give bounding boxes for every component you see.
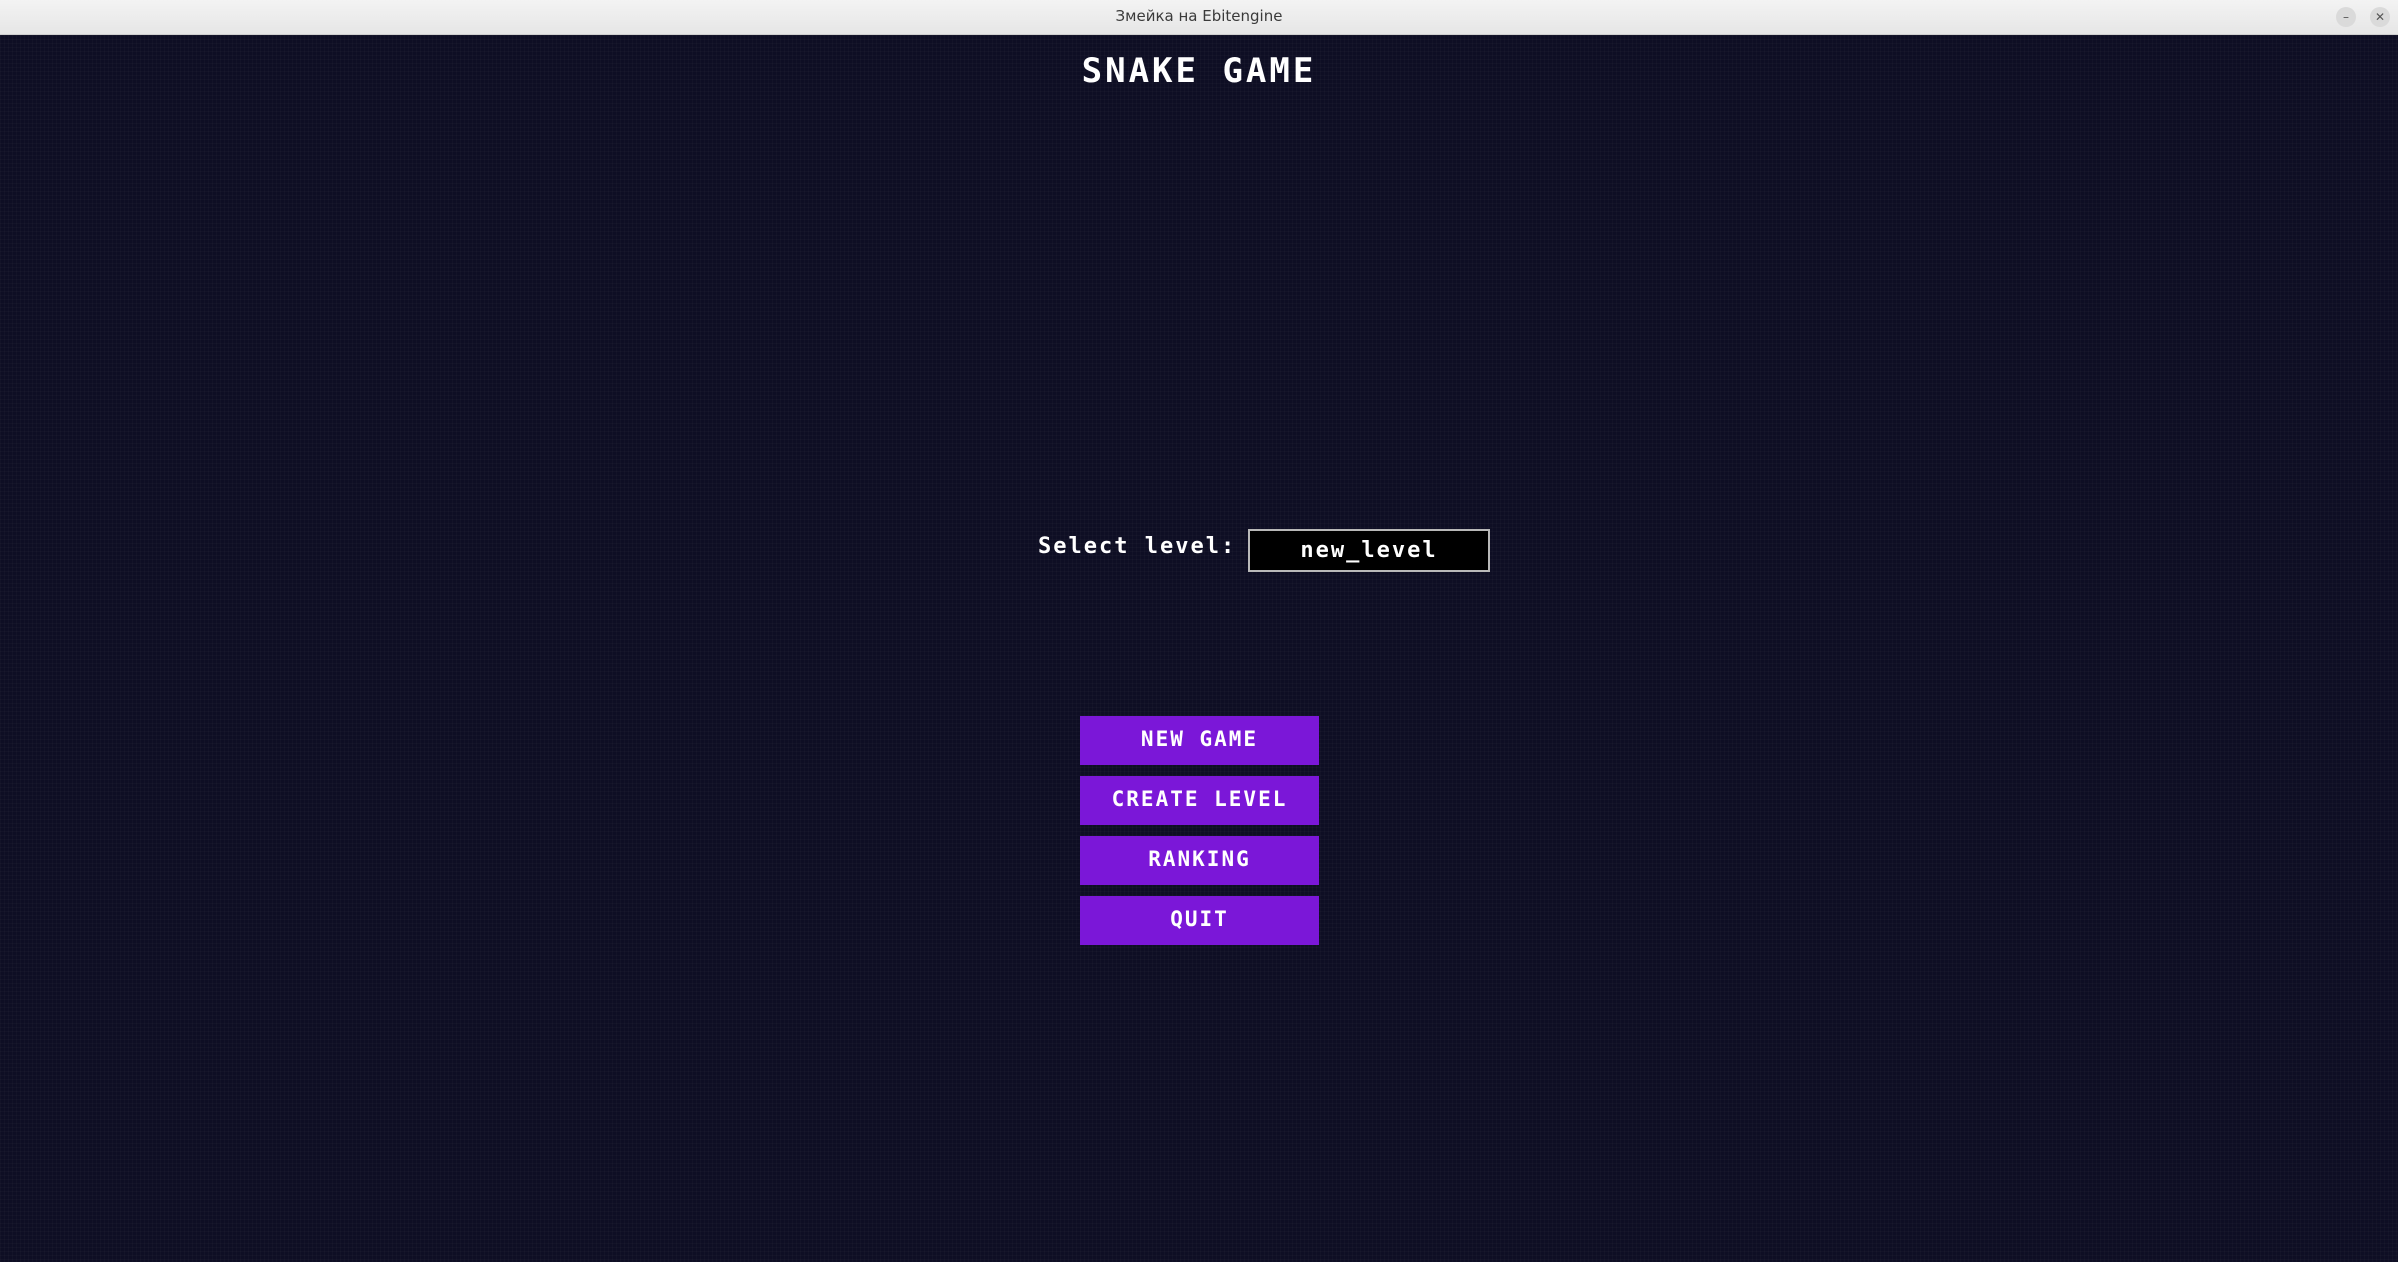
window-title: Змейка на Ebitengine: [1115, 7, 1283, 25]
minimize-button[interactable]: –: [2336, 7, 2356, 27]
select-level-label: Select level:: [1038, 534, 1237, 559]
game-title: SNAKE GAME: [1081, 51, 1317, 91]
level-input[interactable]: new_level: [1248, 529, 1490, 572]
window-titlebar[interactable]: Змейка на Ebitengine – ✕: [0, 0, 2398, 35]
game-canvas: SNAKE GAME Select level: new_level NEW G…: [0, 35, 2398, 1262]
ranking-button[interactable]: RANKING: [1080, 836, 1319, 885]
create-level-button[interactable]: CREATE LEVEL: [1080, 776, 1319, 825]
close-button[interactable]: ✕: [2370, 7, 2390, 27]
quit-button[interactable]: QUIT: [1080, 896, 1319, 945]
new-game-button[interactable]: NEW GAME: [1080, 716, 1319, 765]
app-window: Змейка на Ebitengine – ✕ SNAKE GAME Sele…: [0, 0, 2398, 1262]
